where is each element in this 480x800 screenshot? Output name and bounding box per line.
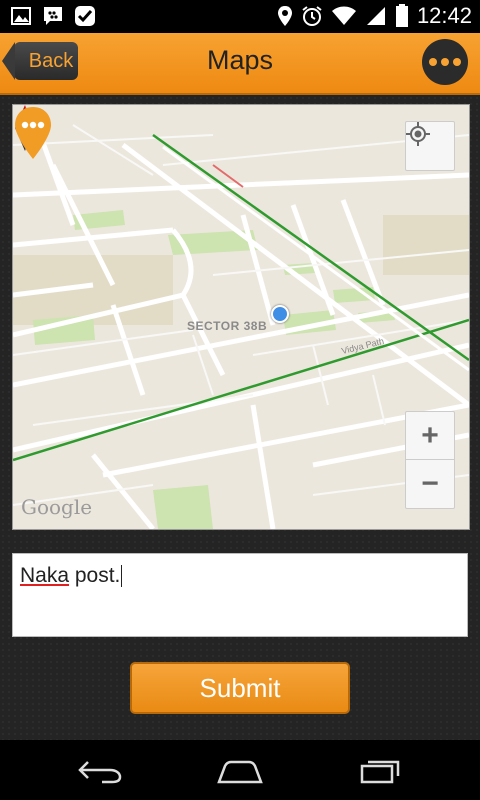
submit-button[interactable]: Submit — [130, 662, 350, 714]
recents-nav-icon — [360, 760, 400, 784]
location-icon — [277, 6, 292, 26]
system-icons: 12:42 — [277, 3, 472, 29]
notification-icons — [10, 5, 96, 27]
zoom-controls: + − — [405, 411, 455, 509]
status-bar: 12:42 — [0, 0, 480, 33]
bbm-icon — [44, 7, 62, 25]
more-dots-icon — [429, 58, 437, 66]
battery-icon — [395, 4, 408, 27]
nav-home-button[interactable] — [210, 754, 270, 788]
page-title: Maps — [206, 45, 274, 75]
comment-input[interactable]: Naka post. — [12, 553, 468, 637]
signal-icon — [366, 7, 385, 25]
zoom-in-button[interactable]: + — [406, 412, 454, 460]
crosshair-icon — [406, 122, 430, 146]
more-options-button[interactable] — [422, 39, 468, 85]
my-location-marker — [271, 305, 289, 323]
zoom-out-button[interactable]: − — [406, 460, 454, 507]
nav-recents-button[interactable] — [350, 754, 410, 788]
action-bar: Back Maps — [0, 33, 480, 95]
input-text: post. — [69, 564, 121, 587]
map-view[interactable]: Vidya Path SECTOR 38B + − Google — [12, 104, 470, 530]
gallery-icon — [11, 7, 31, 25]
location-label: SECTOR 38B — [187, 319, 268, 333]
clock: 12:42 — [416, 3, 472, 28]
my-location-button[interactable] — [405, 121, 455, 171]
park — [153, 485, 213, 529]
map-tiles — [13, 114, 469, 529]
home-nav-icon — [217, 760, 263, 784]
more-dot — [453, 58, 461, 66]
map-area — [383, 215, 469, 275]
nav-back-button[interactable] — [70, 754, 130, 788]
back-nav-icon — [78, 761, 122, 784]
google-attribution: Google — [21, 495, 93, 519]
more-dot — [441, 58, 449, 66]
text-caret — [121, 565, 123, 588]
misspelled-word: Naka — [20, 564, 70, 587]
wifi-icon — [331, 6, 356, 25]
alarm-icon — [302, 6, 322, 26]
check-icon — [75, 6, 95, 26]
location-pin-icon[interactable] — [13, 105, 53, 161]
navigation-bar — [0, 740, 480, 800]
